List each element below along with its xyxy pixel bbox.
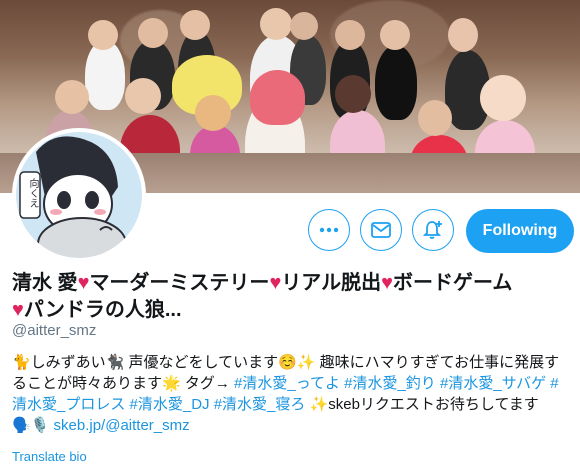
- heart-icon: ♥: [77, 272, 90, 294]
- hashtag-link[interactable]: #清水愛_ってよ: [234, 375, 340, 392]
- name-part: ボードゲーム: [393, 272, 513, 294]
- translate-bio-link[interactable]: Translate bio: [12, 449, 87, 464]
- profile-bio: 🐈しみずあい🐈‍⬛ 声優などをしています☺️✨ 趣味にハマりすぎてお仕事に発展す…: [12, 352, 572, 436]
- hashtag-link[interactable]: #清水愛_寝ろ: [214, 396, 306, 413]
- avatar-caption: 向くえ: [27, 178, 38, 208]
- notifications-button[interactable]: [412, 209, 454, 251]
- name-part: リアル脱出: [281, 272, 382, 294]
- hashtag-link[interactable]: #清水愛_サバゲ: [440, 375, 546, 392]
- heart-icon: ♥: [381, 272, 393, 294]
- hashtag-link[interactable]: #清水愛_釣り: [344, 375, 436, 392]
- message-button[interactable]: [360, 209, 402, 251]
- name-part: マーダーミステリー: [89, 272, 270, 294]
- bell-plus-icon: [422, 221, 442, 239]
- more-icon: [319, 227, 339, 233]
- profile-handle: @aitter_smz: [12, 322, 97, 339]
- name-part: パンドラの人狼...: [23, 299, 182, 321]
- heart-icon: ♥: [269, 272, 282, 294]
- heart-icon: ♥: [12, 299, 24, 321]
- avatar-illustration: 向くえ: [16, 132, 142, 258]
- hashtag-link[interactable]: #清水愛_DJ: [130, 396, 210, 413]
- more-button[interactable]: [308, 209, 350, 251]
- following-button[interactable]: Following: [466, 209, 574, 253]
- profile-name: 清水 愛♥マーダーミステリー♥リアル脱出♥ボードゲーム ♥パンドラの人狼...: [12, 270, 572, 324]
- envelope-icon: [371, 222, 391, 238]
- bio-url-link[interactable]: skeb.jp/@aitter_smz: [54, 417, 190, 434]
- name-part: 清水 愛: [12, 272, 78, 294]
- following-label: Following: [482, 222, 558, 239]
- avatar[interactable]: 向くえ: [12, 128, 146, 262]
